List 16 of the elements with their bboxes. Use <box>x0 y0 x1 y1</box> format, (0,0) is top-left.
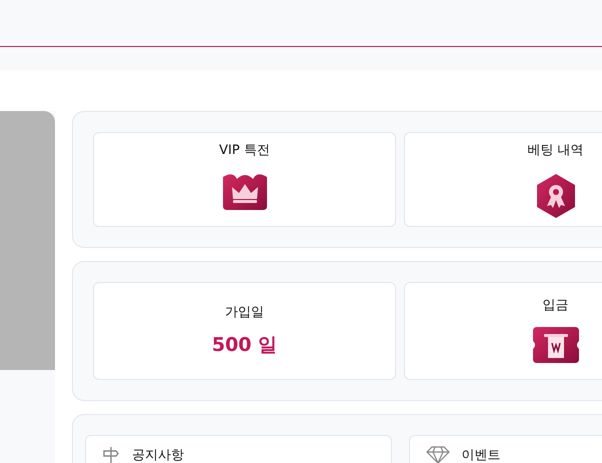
card-title: VIP 특전 <box>219 142 270 160</box>
medal-icon <box>534 172 576 218</box>
card-title: 베팅 내역 <box>527 142 584 160</box>
card-title: 입금 <box>542 297 568 315</box>
menu-card[interactable]: 입금 <box>404 282 602 380</box>
menu-card[interactable]: VIP 특전 <box>93 132 396 227</box>
ticket-icon <box>532 326 580 364</box>
stat-card[interactable]: 가입일 500 일 <box>93 282 396 380</box>
diamond-icon <box>426 446 450 463</box>
crown-icon <box>220 172 268 210</box>
signpost-icon <box>102 446 120 463</box>
stat-value: 500 일 <box>212 332 278 358</box>
menu-link[interactable]: 공지사항 <box>85 435 392 463</box>
menu-link[interactable]: 이벤트 <box>408 435 602 463</box>
menu-card[interactable]: 베팅 내역 <box>404 132 602 227</box>
card-title: 가입일 <box>225 304 264 322</box>
